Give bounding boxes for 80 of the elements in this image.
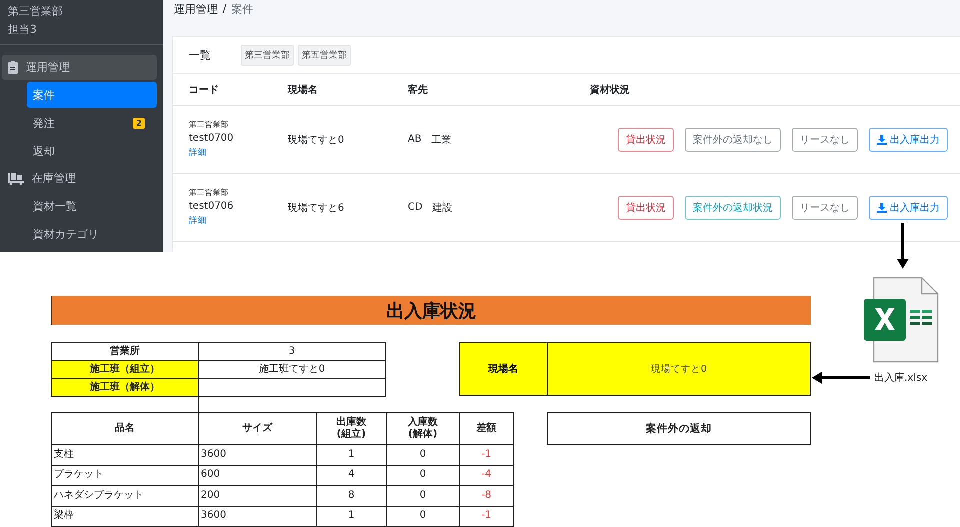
- table-cell: -8: [460, 486, 514, 506]
- status-button[interactable]: 案件外の返却なし: [685, 128, 781, 152]
- user-info: 第三営業部: [8, 4, 64, 20]
- status-button[interactable]: 案件外の返却状況: [685, 196, 781, 220]
- site-name: 現場てすと0: [288, 134, 346, 146]
- table-cell: 0: [386, 506, 460, 526]
- site-value: 現場てすと0: [650, 362, 708, 376]
- nav-item[interactable]: 資材一覧: [27, 193, 157, 219]
- download-icon: [877, 134, 887, 144]
- breadcrumb-current: 案件: [232, 2, 254, 18]
- info-value: 3: [198, 342, 386, 360]
- table-cell: 3600: [198, 444, 316, 465]
- case-code: test0700: [189, 133, 235, 144]
- table-cell: 8: [316, 486, 386, 506]
- export-button[interactable]: 出入庫出力: [869, 196, 948, 220]
- file-name: 出入庫.xlsx: [874, 372, 928, 385]
- breadcrumb-item: /: [223, 2, 227, 17]
- info-label: 営業所: [52, 342, 198, 360]
- nav-item[interactable]: 発注 2: [27, 110, 157, 136]
- return-box: 案件外の返却: [547, 412, 811, 445]
- info-label: 施工班（組立）: [52, 360, 198, 378]
- count-badge: 2: [133, 118, 145, 128]
- column-header: 現場名: [288, 84, 319, 96]
- column-header: 入庫数 (解体): [386, 412, 460, 444]
- table-cell: 支柱: [52, 444, 198, 465]
- card-title: 一覧: [189, 48, 211, 62]
- clipboard-icon: [8, 61, 18, 74]
- nav-group[interactable]: 在庫管理: [2, 166, 157, 191]
- user-info: 担当3: [8, 22, 38, 38]
- client-code: CD: [408, 202, 423, 213]
- detail-link[interactable]: 詳細: [189, 147, 288, 159]
- table-cell: 4: [316, 465, 386, 486]
- detail-link[interactable]: 詳細: [189, 215, 288, 227]
- table-cell: 200: [198, 486, 316, 506]
- table-cell: -1: [460, 506, 514, 526]
- site-name: 現場てすと6: [288, 202, 346, 214]
- table-cell: -1: [460, 444, 514, 465]
- status-button[interactable]: 貸出状況: [618, 128, 674, 152]
- status-button[interactable]: 貸出状況: [618, 196, 674, 220]
- column-header: 資材状況: [590, 84, 631, 96]
- table-cell: -4: [460, 465, 514, 486]
- table-cell: ブラケット: [52, 465, 198, 486]
- sheet-title: 出入庫状況: [51, 296, 811, 325]
- case-code: test0706: [189, 201, 235, 212]
- client-name: 建設: [432, 202, 453, 214]
- client-code: AB: [408, 134, 422, 145]
- table-cell: 600: [198, 465, 316, 486]
- table-cell: 1: [316, 506, 386, 526]
- table-cell: ハネダシブラケット: [52, 486, 198, 506]
- spreadsheet-file-icon: [863, 277, 939, 363]
- info-value: 施工班てすと0: [198, 360, 386, 378]
- export-button[interactable]: 出入庫出力: [869, 128, 948, 152]
- nav-group[interactable]: 運用管理: [2, 55, 157, 80]
- column-header: 品名: [52, 412, 198, 444]
- table-cell: 梁枠: [52, 506, 198, 526]
- table-cell: 0: [386, 444, 460, 465]
- filter-button[interactable]: 第五営業部: [298, 44, 351, 66]
- left-arrow: [812, 372, 870, 384]
- down-arrow: [897, 223, 909, 269]
- filter-button[interactable]: 第三営業部: [241, 44, 294, 66]
- table-cell: 3600: [198, 506, 316, 526]
- breadcrumb-item[interactable]: 運用管理: [174, 2, 218, 35]
- nav-item[interactable]: 資材カテゴリ: [27, 221, 157, 247]
- download-icon: [877, 202, 887, 212]
- column-header: 客先: [408, 83, 429, 96]
- nav-item[interactable]: 案件: [27, 82, 157, 108]
- client-name: 工業: [432, 134, 452, 146]
- status-button[interactable]: リースなし: [792, 128, 858, 152]
- info-label: 施工班（解体）: [52, 378, 198, 396]
- status-button[interactable]: リースなし: [792, 196, 858, 220]
- nav-item[interactable]: 返却: [27, 138, 157, 164]
- column-header: 差額: [460, 412, 514, 444]
- column-header: サイズ: [198, 412, 316, 444]
- table-cell: 1: [316, 444, 386, 465]
- column-header: コード: [189, 84, 220, 96]
- site-label: 現場名: [460, 343, 548, 395]
- table-cell: 0: [386, 486, 460, 506]
- cart-icon: [8, 172, 24, 185]
- table-cell: 0: [386, 465, 460, 486]
- column-header: 出庫数 (組立): [316, 412, 386, 444]
